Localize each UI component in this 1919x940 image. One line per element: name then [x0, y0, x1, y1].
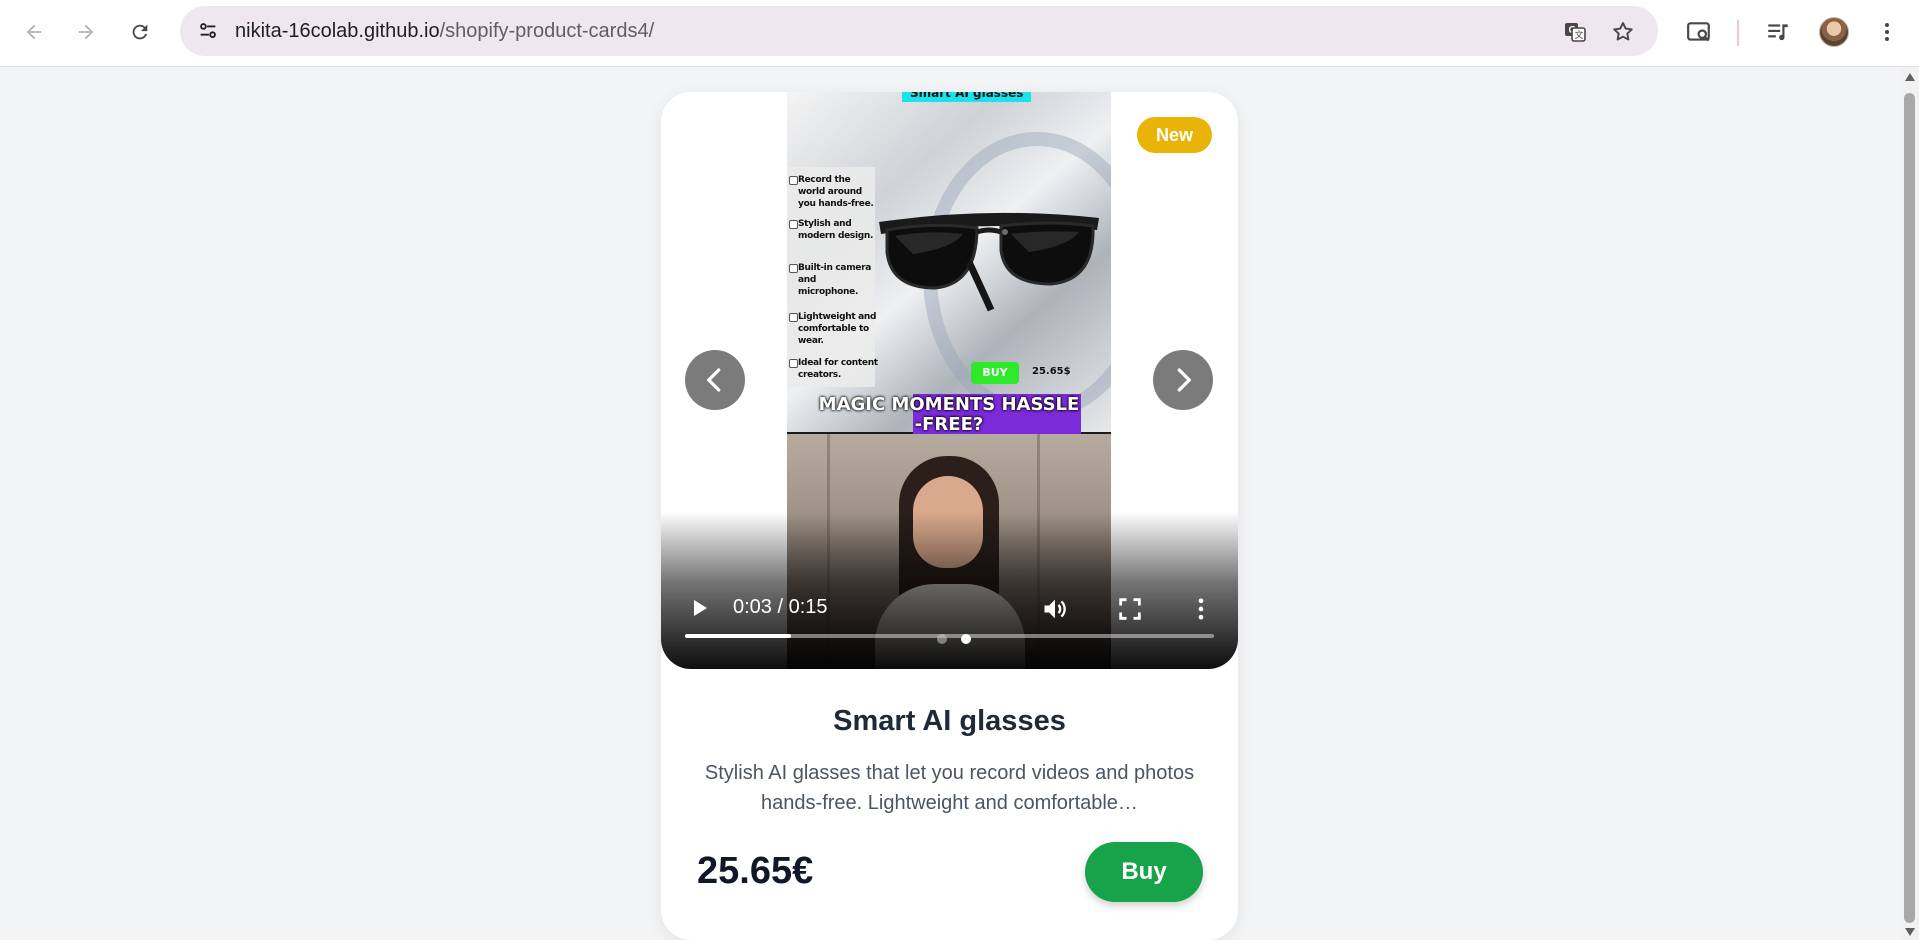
carousel-dot[interactable]: [937, 634, 947, 644]
address-bar[interactable]: nikita-16colab.github.io/shopify-product…: [180, 6, 1658, 56]
browser-toolbar: nikita-16colab.github.io/shopify-product…: [0, 0, 1919, 67]
video-caption: Smart AI glasses: [902, 92, 1032, 102]
scrollbar-thumb[interactable]: [1904, 93, 1915, 923]
video-progress-bar[interactable]: [685, 634, 1214, 638]
product-media-carousel: Smart AI glasses Record the world around…: [661, 92, 1238, 669]
feature-list-panel: Record the world around you hands-free. …: [787, 167, 878, 387]
forward-arrow-icon[interactable]: [68, 14, 104, 50]
feature-item: Built-in camera and microphone.: [789, 262, 878, 298]
scroll-down-arrow-icon[interactable]: [1905, 928, 1915, 936]
page-scrollbar[interactable]: [1900, 67, 1919, 940]
url-domain: nikita-16colab.github.io: [235, 20, 440, 42]
chevron-left-icon: [707, 368, 721, 392]
url-path: /shopify-product-cards4/: [439, 20, 655, 42]
video-price-text: 25.65$: [1032, 366, 1071, 377]
video-time: 0:03 / 0:15: [733, 596, 828, 618]
carousel-dot-active[interactable]: [961, 634, 971, 644]
video-controls: 0:03 / 0:15: [661, 582, 1238, 669]
url-text: nikita-16colab.github.io/shopify-product…: [235, 20, 654, 43]
volume-icon[interactable]: [1041, 595, 1069, 623]
feature-item: Record the world around you hands-free.: [789, 174, 878, 210]
video-buy-chip: BUY: [971, 362, 1019, 384]
feature-item: Lightweight and comfortable to wear.: [789, 312, 877, 346]
reload-icon[interactable]: [122, 14, 158, 50]
chevron-right-icon: [1177, 368, 1191, 392]
translate-icon[interactable]: G 文: [1561, 18, 1589, 46]
back-arrow-icon[interactable]: [16, 14, 52, 50]
site-info-icon[interactable]: [192, 15, 224, 47]
profile-avatar[interactable]: [1819, 17, 1849, 47]
video-headline: MAGIC MOMENTS HASSLE -FREE?: [787, 395, 1111, 435]
svg-text:文: 文: [1575, 29, 1584, 41]
video-more-icon[interactable]: [1187, 595, 1215, 623]
carousel-prev-button[interactable]: [685, 350, 745, 410]
video-progress-fill: [685, 634, 791, 638]
fullscreen-icon[interactable]: [1116, 595, 1144, 623]
buy-button[interactable]: Buy: [1085, 842, 1203, 902]
new-badge: New: [1137, 117, 1212, 153]
bookmark-star-icon[interactable]: [1609, 18, 1637, 46]
product-price: 25.65€: [697, 850, 814, 892]
product-description: Stylish AI glasses that let you record v…: [704, 762, 1195, 814]
toolbar-divider: [1737, 20, 1739, 46]
feature-item: Stylish and modern design.: [789, 218, 878, 242]
product-card: Smart AI glasses Record the world around…: [661, 92, 1238, 940]
search-lens-icon[interactable]: [1684, 17, 1714, 47]
carousel-next-button[interactable]: [1153, 350, 1213, 410]
scroll-up-arrow-icon[interactable]: [1905, 73, 1915, 81]
feature-item: Ideal for content creators.: [789, 358, 878, 380]
more-vert-icon[interactable]: [1872, 17, 1902, 47]
video-headline-line1: MAGIC MOMENTS HASSLE: [818, 394, 1080, 415]
glasses-image: [879, 212, 1099, 312]
play-icon[interactable]: [687, 596, 711, 620]
media-controls-icon[interactable]: [1763, 17, 1793, 47]
product-title: Smart AI glasses: [833, 705, 1066, 737]
video-frame-top: Smart AI glasses Record the world around…: [787, 92, 1111, 438]
video-headline-line2: -FREE?: [914, 414, 984, 435]
